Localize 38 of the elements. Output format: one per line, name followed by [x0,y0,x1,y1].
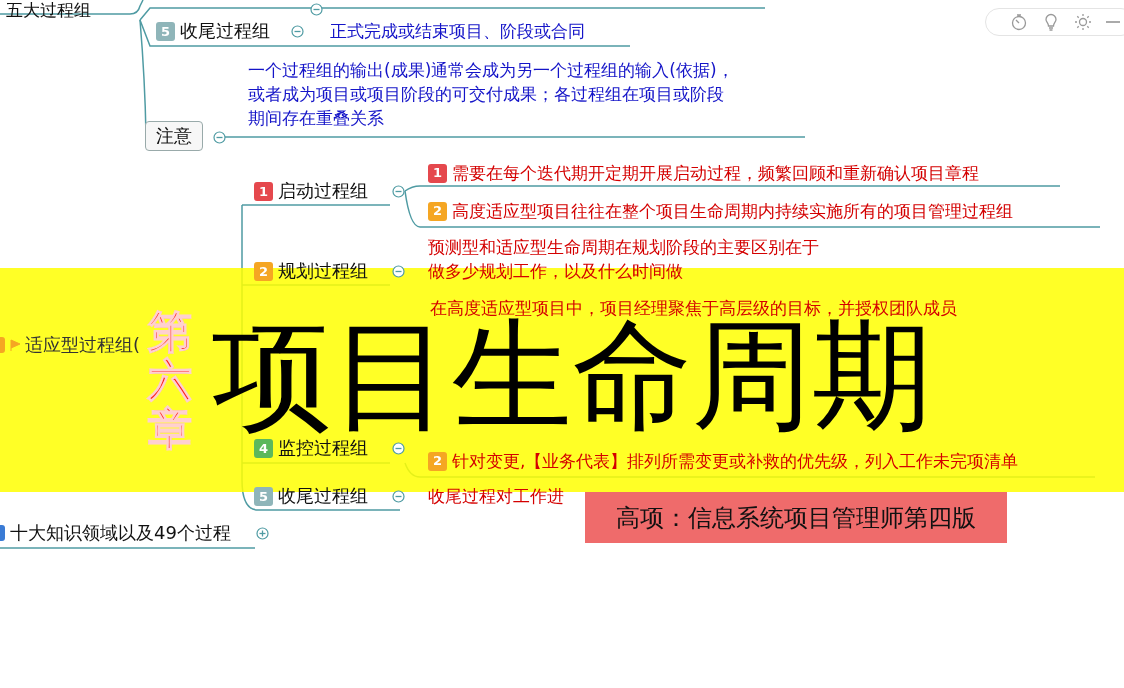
note-node[interactable]: 注意 [145,121,203,151]
note-text: 收尾过程对工作进 [428,485,564,508]
node-label[interactable]: 监控过程组 [278,436,368,460]
sun-icon[interactable] [1074,13,1092,31]
collapse-icon[interactable] [392,442,405,455]
note-text: 需要在每个迭代期开定期开展启动过程，频繁回顾和重新确认项目章程 [452,162,979,185]
node-label[interactable]: 收尾过程组 [180,19,270,43]
number-badge: 1 [254,181,273,201]
note-text: 或者成为项目或项目阶段的可交付成果；各过程组在项目或阶段 [248,83,724,106]
node-label[interactable]: 启动过程组 [278,179,368,203]
collapse-icon[interactable] [392,185,405,198]
flag-icon [9,338,21,352]
note-text: 针对变更,【业务代表】排列所需变更或补救的优先级，列入工作未完项清单 [452,450,1019,473]
node-note: 正式完成或结束项目、阶段或合同 [330,20,585,43]
main-title: 项目生命周期 [212,318,932,434]
note-text: 一个过程组的输出(成果)通常会成为另一个过程组的输入(依据)， [248,59,734,82]
collapse-icon[interactable] [392,490,405,503]
collapse-icon[interactable] [213,131,226,144]
chapter-title: 第六章 [148,308,192,454]
note-text: 期间存在重叠关系 [248,107,384,130]
expand-icon[interactable] [256,527,269,540]
number-badge: 1 [428,163,447,183]
timer-icon[interactable] [1010,13,1028,31]
caption-label: 高项：信息系统项目管理师第四版 [585,492,1007,543]
collapse-icon[interactable] [310,3,323,16]
tag-icon [0,337,5,353]
number-badge: 2 [428,201,447,221]
lightbulb-icon[interactable] [1042,13,1060,31]
tag-icon [0,525,5,541]
note-text: 在高度适应型项目中，项目经理聚焦于高层级的目标，并授权团队成员 [430,297,957,318]
number-badge: 5 [156,21,175,41]
number-badge: 2 [254,261,273,281]
node-label[interactable]: 适应型过程组( [25,333,141,357]
note-text: 高度适应型项目往往在整个项目生命周期内持续实施所有的项目管理过程组 [452,200,1013,223]
collapse-icon[interactable] [291,25,304,38]
collapse-icon[interactable] [392,265,405,278]
node-label[interactable]: 十大知识领域以及49个过程 [10,521,231,545]
note-text: 预测型和适应型生命周期在规划阶段的主要区别在于 [428,236,819,259]
